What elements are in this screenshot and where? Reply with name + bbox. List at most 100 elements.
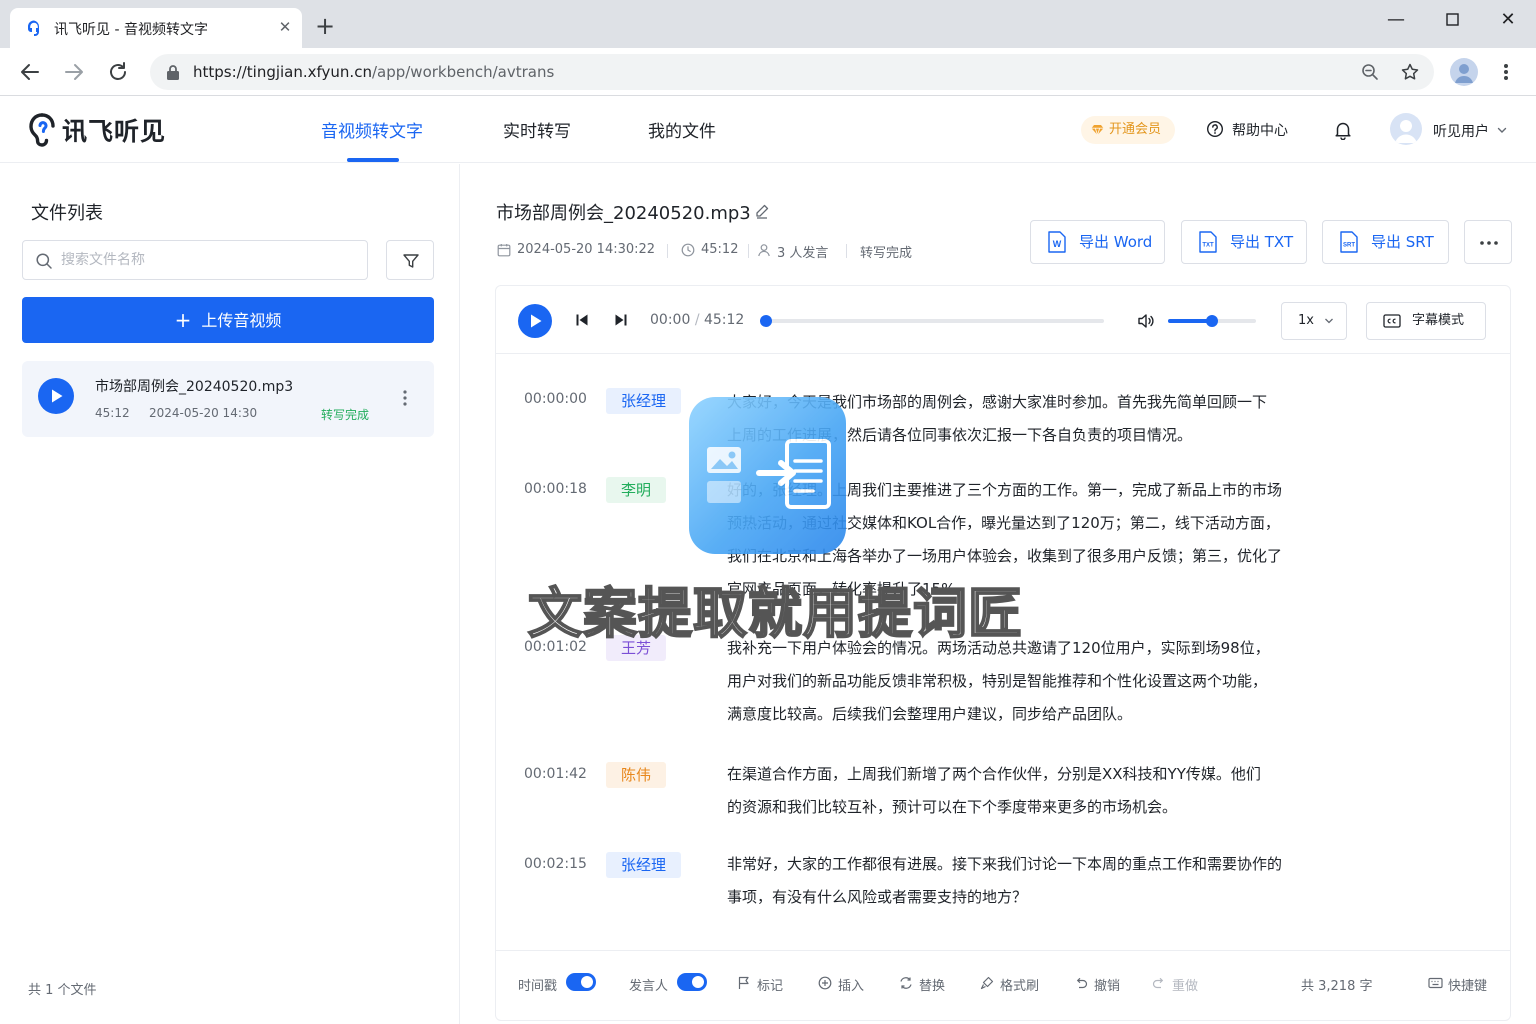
filter-button[interactable]: [386, 240, 434, 280]
logo-text: 讯飞听见: [62, 117, 167, 146]
export-txt-button[interactable]: TXT 导出 TXT: [1181, 220, 1307, 264]
file-status-badge: 转写完成: [321, 408, 370, 422]
skip-forward-icon[interactable]: [614, 313, 628, 327]
export-txt-label: 导出 TXT: [1230, 233, 1294, 251]
play-button[interactable]: [518, 304, 552, 338]
speaker-tag[interactable]: 李明: [606, 477, 667, 503]
watermark-logo: [689, 397, 846, 554]
diamond-icon: [1091, 125, 1104, 136]
vip-button[interactable]: 开通会员: [1081, 116, 1175, 144]
speaker-toggle[interactable]: [677, 973, 707, 991]
txt-file-icon: TXT: [1199, 231, 1217, 253]
upload-button[interactable]: + 上传音视频: [22, 297, 434, 343]
meta-created-value: 2024-05-20 14:30:22: [517, 242, 656, 257]
new-tab-button[interactable]: +: [312, 14, 338, 40]
speed-select[interactable]: 1x: [1281, 302, 1347, 340]
redo-label: 重做: [1172, 979, 1199, 994]
segment-line: 事项，有没有什么风险或者需要支持的地方？: [727, 888, 1028, 906]
reload-icon[interactable]: [104, 58, 132, 86]
format-painter-button[interactable]: 格式刷: [980, 975, 1039, 994]
browser-tab[interactable]: 讯飞听见 - 音视频转文字 ✕: [10, 8, 302, 48]
window-maximize-button[interactable]: [1432, 6, 1472, 34]
undo-button[interactable]: 撤销: [1074, 975, 1120, 994]
file-list-item[interactable]: 市场部周例会_20240520.mp3 45:12 2024-05-20 14:…: [22, 361, 434, 437]
skip-back-icon[interactable]: [575, 313, 589, 327]
window-close-button[interactable]: ✕: [1488, 6, 1528, 34]
volume-handle[interactable]: [1206, 315, 1218, 327]
ear-logo-icon: [29, 113, 55, 147]
volume-icon[interactable]: [1136, 311, 1156, 331]
sidebar-title: 文件列表: [31, 203, 103, 224]
tab-close-icon[interactable]: ✕: [274, 16, 296, 38]
segment-text[interactable]: 在渠道合作方面，上周我们新增了两个合作伙伴，分别是XX科技和YY传媒。他们 的资…: [727, 758, 1317, 824]
meta-speakers-value: 3 人发言: [777, 246, 829, 261]
timestamp-toggle[interactable]: [566, 973, 596, 991]
help-center-link[interactable]: 帮助中心: [1206, 120, 1288, 140]
insert-label: 插入: [838, 979, 865, 994]
redo-button[interactable]: 重做: [1152, 975, 1198, 994]
file-search[interactable]: [22, 240, 368, 280]
segment-time[interactable]: 00:00:00: [524, 391, 587, 407]
mark-button[interactable]: 标记: [737, 975, 783, 994]
app-logo[interactable]: 讯飞听见: [28, 112, 166, 148]
progress-handle[interactable]: [760, 315, 772, 327]
speaker-tag[interactable]: 张经理: [606, 852, 682, 878]
segment-line: 在渠道合作方面，上周我们新增了两个合作伙伴，分别是XX科技和YY传媒。他们: [727, 765, 1261, 783]
replace-button[interactable]: 替换: [899, 975, 945, 994]
volume-slider[interactable]: [1168, 315, 1256, 327]
file-sidebar: 文件列表 + 上传音视频 市场部周例会_20240520.mp3 45:12 20…: [0, 164, 460, 1024]
segment-text[interactable]: 非常好，大家的工作都很有进展。接下来我们讨论一下本周的重点工作和需要协作的 事项…: [727, 848, 1317, 914]
insert-button[interactable]: 插入: [818, 975, 864, 994]
search-input[interactable]: [61, 249, 351, 271]
subtitle-mode-button[interactable]: 字幕模式: [1366, 302, 1486, 340]
search-icon: [36, 253, 52, 269]
word-count: 共 3,218 字: [1301, 979, 1373, 994]
speaker-toggle-label: 发言人: [629, 979, 669, 994]
meta-divider: [667, 244, 668, 258]
nav-realtime[interactable]: 实时转写: [503, 117, 571, 142]
more-options-button[interactable]: [1464, 220, 1512, 264]
filter-icon: [403, 254, 419, 268]
browser-tab-title: 讯飞听见 - 音视频转文字: [54, 22, 208, 38]
meta-divider: [846, 244, 847, 258]
edit-pencil-icon[interactable]: [754, 203, 770, 219]
segment-time[interactable]: 00:01:42: [524, 766, 587, 782]
export-srt-button[interactable]: SRT 导出 SRT: [1322, 220, 1449, 264]
document-title: 市场部周例会_20240520.mp3: [496, 203, 751, 224]
progress-slider[interactable]: [760, 315, 1104, 327]
nav-my-files[interactable]: 我的文件: [648, 117, 716, 142]
window-minimize-button[interactable]: —: [1376, 6, 1416, 34]
chevron-down-icon[interactable]: [1496, 124, 1508, 136]
site-favicon-icon: [28, 20, 40, 36]
browser-toolbar: https://tingjian.xfyun.cn/app/workbench/…: [0, 48, 1536, 96]
subtitle-mode-label: 字幕模式: [1412, 313, 1465, 328]
segment-time[interactable]: 00:00:18: [524, 481, 587, 497]
segment-time[interactable]: 00:02:15: [524, 856, 587, 872]
zoom-icon[interactable]: [1360, 62, 1380, 82]
browser-profile-avatar[interactable]: [1450, 58, 1478, 86]
speaker-tag[interactable]: 张经理: [606, 388, 682, 414]
notification-bell-icon[interactable]: [1333, 120, 1353, 140]
more-vertical-icon[interactable]: [398, 387, 412, 409]
bookmark-star-icon[interactable]: [1400, 62, 1420, 82]
speed-value: 1x: [1298, 313, 1314, 328]
shortcuts-button[interactable]: 快捷键: [1428, 975, 1487, 994]
replace-label: 替换: [919, 979, 946, 994]
current-time: 00:00: [650, 312, 691, 328]
forward-arrow-icon[interactable]: [60, 58, 88, 86]
file-play-button[interactable]: [38, 378, 74, 414]
browser-menu-icon[interactable]: [1496, 60, 1516, 84]
address-bar[interactable]: https://tingjian.xfyun.cn/app/workbench/…: [150, 54, 1434, 90]
flag-icon: [738, 976, 749, 989]
export-word-button[interactable]: W 导出 Word: [1030, 220, 1165, 264]
nav-avtrans[interactable]: 音视频转文字: [321, 117, 423, 142]
back-arrow-icon[interactable]: [16, 58, 44, 86]
user-avatar[interactable]: [1390, 113, 1422, 145]
undo-label: 撤销: [1094, 979, 1121, 994]
speaker-tag[interactable]: 陈伟: [606, 762, 667, 788]
segment-line: 的资源和我们比较互补，预计可以在下个季度带来更多的市场机会。: [727, 798, 1178, 816]
username[interactable]: 听见用户: [1433, 121, 1489, 141]
meta-status: 转写完成: [860, 246, 913, 261]
maximize-icon: [1445, 13, 1459, 26]
file-name: 市场部周例会_20240520.mp3: [95, 379, 294, 395]
